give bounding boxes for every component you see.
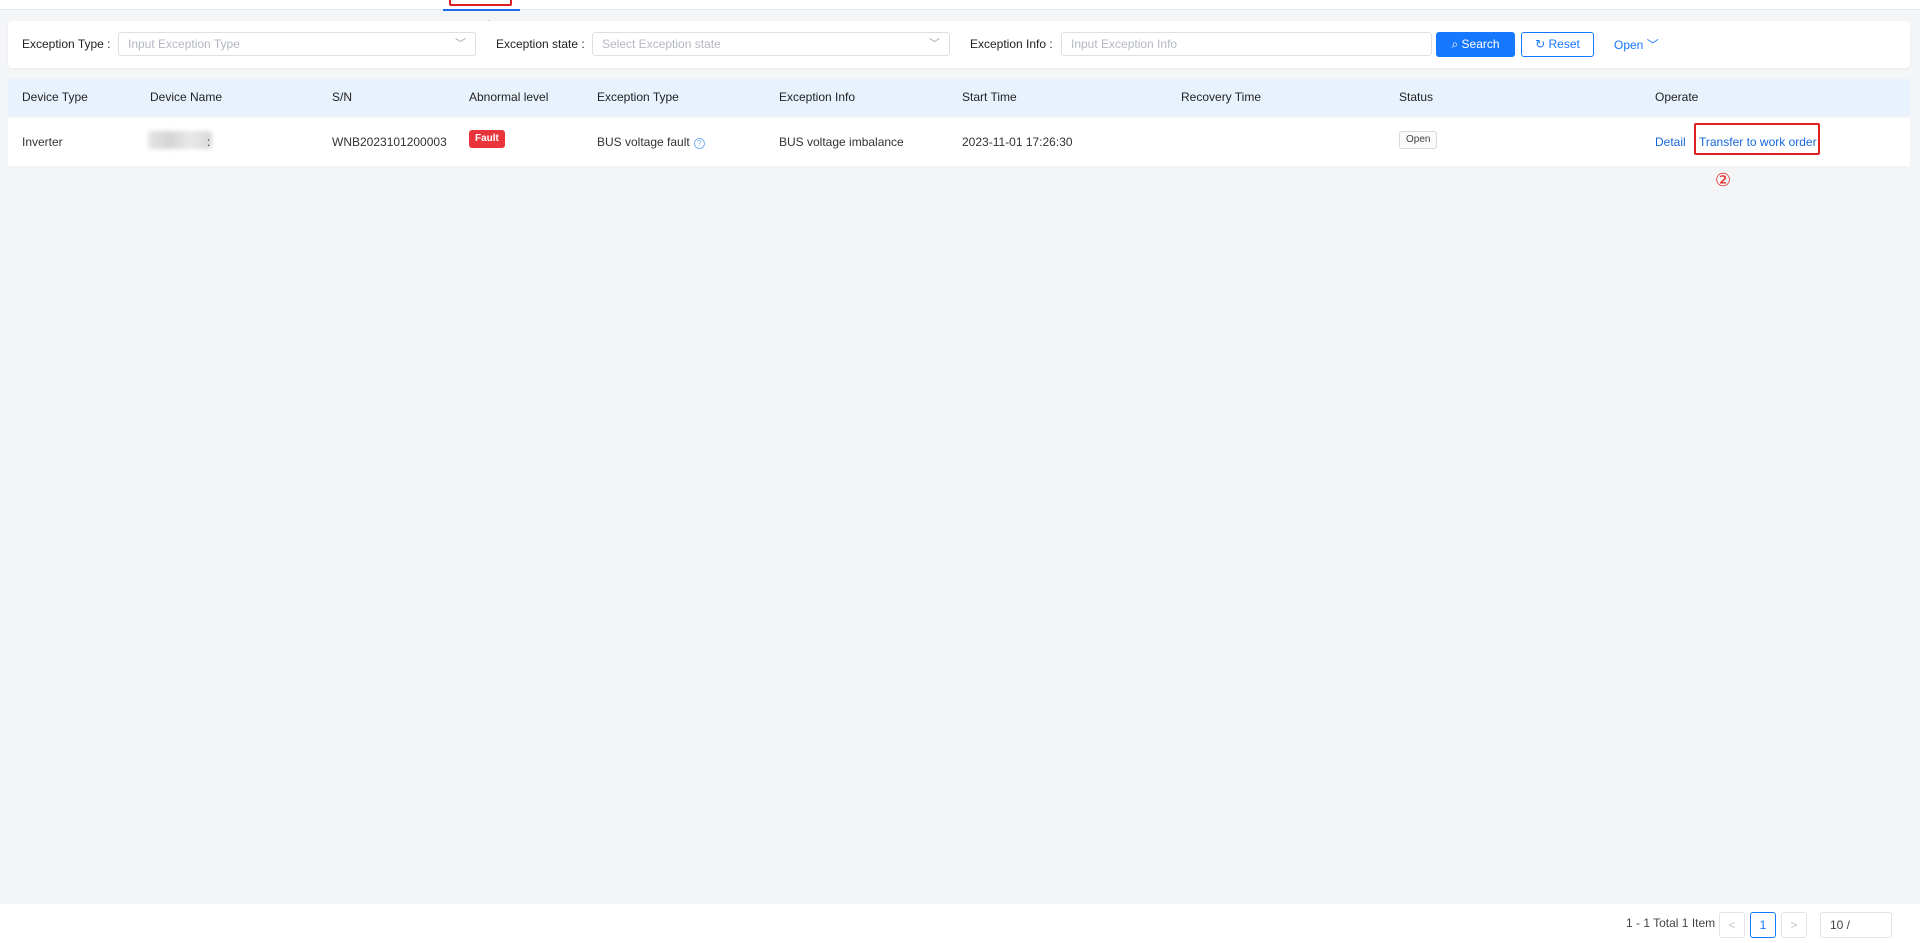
exception-state-label: Exception state : bbox=[496, 37, 585, 51]
pagination-summary: 1 - 1 Total 1 Item bbox=[1626, 916, 1716, 930]
page-size-label: 10 / page bbox=[1830, 918, 1857, 943]
help-icon[interactable]: ? bbox=[693, 138, 705, 149]
annotation-highlight-tab bbox=[449, 0, 512, 6]
search-icon: ⌕ bbox=[1451, 37, 1459, 51]
chevron-down-icon: ﹀ bbox=[1646, 38, 1659, 52]
fault-badge: Fault bbox=[469, 130, 505, 148]
status-badge: Open bbox=[1399, 131, 1438, 149]
header-status: Status bbox=[1399, 90, 1434, 104]
cell-exception-info: BUS voltage imbalance bbox=[779, 135, 904, 149]
exception-type-label: Exception Type : bbox=[22, 37, 111, 51]
search-button[interactable]: ⌕ Search bbox=[1436, 32, 1515, 57]
prev-page-button[interactable]: < bbox=[1719, 912, 1745, 938]
redacted-device-name bbox=[148, 131, 212, 149]
pagination-bar: 1 - 1 Total 1 Item < 1 > 10 / page﹀ bbox=[0, 904, 1920, 943]
annotation-step-2: ② bbox=[1715, 170, 1732, 191]
exception-info-input[interactable]: Input Exception Info bbox=[1061, 32, 1432, 56]
exception-info-placeholder: Input Exception Info bbox=[1071, 37, 1178, 51]
exception-type-input[interactable]: Input Exception Type ﹀ bbox=[118, 32, 476, 56]
header-sn: S/N bbox=[332, 90, 353, 104]
cell-device-name-suffix: : bbox=[207, 135, 211, 149]
active-tab-indicator bbox=[443, 9, 520, 11]
cell-exception-type: BUS voltage fault? bbox=[597, 135, 705, 149]
next-page-button[interactable]: > bbox=[1781, 912, 1807, 938]
header-operate: Operate bbox=[1655, 90, 1699, 104]
header-device-name: Device Name bbox=[150, 90, 223, 104]
reset-button-label: Reset bbox=[1548, 37, 1580, 51]
reset-button[interactable]: ↻ Reset bbox=[1521, 32, 1594, 57]
reset-icon: ↻ bbox=[1535, 37, 1546, 51]
header-start-time: Start Time bbox=[962, 90, 1017, 104]
exception-state-select[interactable]: Select Exception state ﹀ bbox=[592, 32, 950, 56]
cell-device-type: Inverter bbox=[22, 135, 63, 149]
header-recovery-time: Recovery Time bbox=[1181, 90, 1262, 104]
search-button-label: Search bbox=[1461, 37, 1500, 51]
page-size-select[interactable]: 10 / page﹀ bbox=[1820, 912, 1892, 943]
expand-filters-toggle[interactable]: Open ﹀ bbox=[1614, 36, 1659, 53]
cell-exception-type-text: BUS voltage fault bbox=[597, 135, 690, 149]
expand-filters-label: Open bbox=[1614, 38, 1644, 52]
cell-start-time: 2023-11-01 17:26:30 bbox=[962, 135, 1073, 149]
exception-info-label: Exception Info : bbox=[970, 37, 1053, 51]
chevron-down-icon: ﹀ bbox=[455, 38, 466, 50]
transfer-to-work-order-link[interactable]: Transfer to work order bbox=[1699, 135, 1817, 149]
header-device-type: Device Type bbox=[22, 90, 88, 104]
chevron-down-icon: ﹀ bbox=[929, 38, 940, 50]
header-abnormal-level: Abnormal level bbox=[469, 90, 549, 104]
table-row: Inverter : WNB2023101200003 Fault BUS vo… bbox=[8, 118, 1910, 166]
cell-sn: WNB2023101200003 bbox=[332, 135, 447, 149]
exception-state-placeholder: Select Exception state bbox=[602, 37, 721, 51]
exception-type-placeholder: Input Exception Type bbox=[128, 37, 240, 51]
table-header: Device Type Device Name S/N Abnormal lev… bbox=[8, 79, 1910, 116]
header-exception-info: Exception Info bbox=[779, 90, 856, 104]
top-tab-strip bbox=[0, 0, 1920, 11]
detail-link[interactable]: Detail bbox=[1655, 135, 1686, 149]
header-exception-type: Exception Type bbox=[597, 90, 679, 104]
page-1-button[interactable]: 1 bbox=[1750, 912, 1776, 938]
